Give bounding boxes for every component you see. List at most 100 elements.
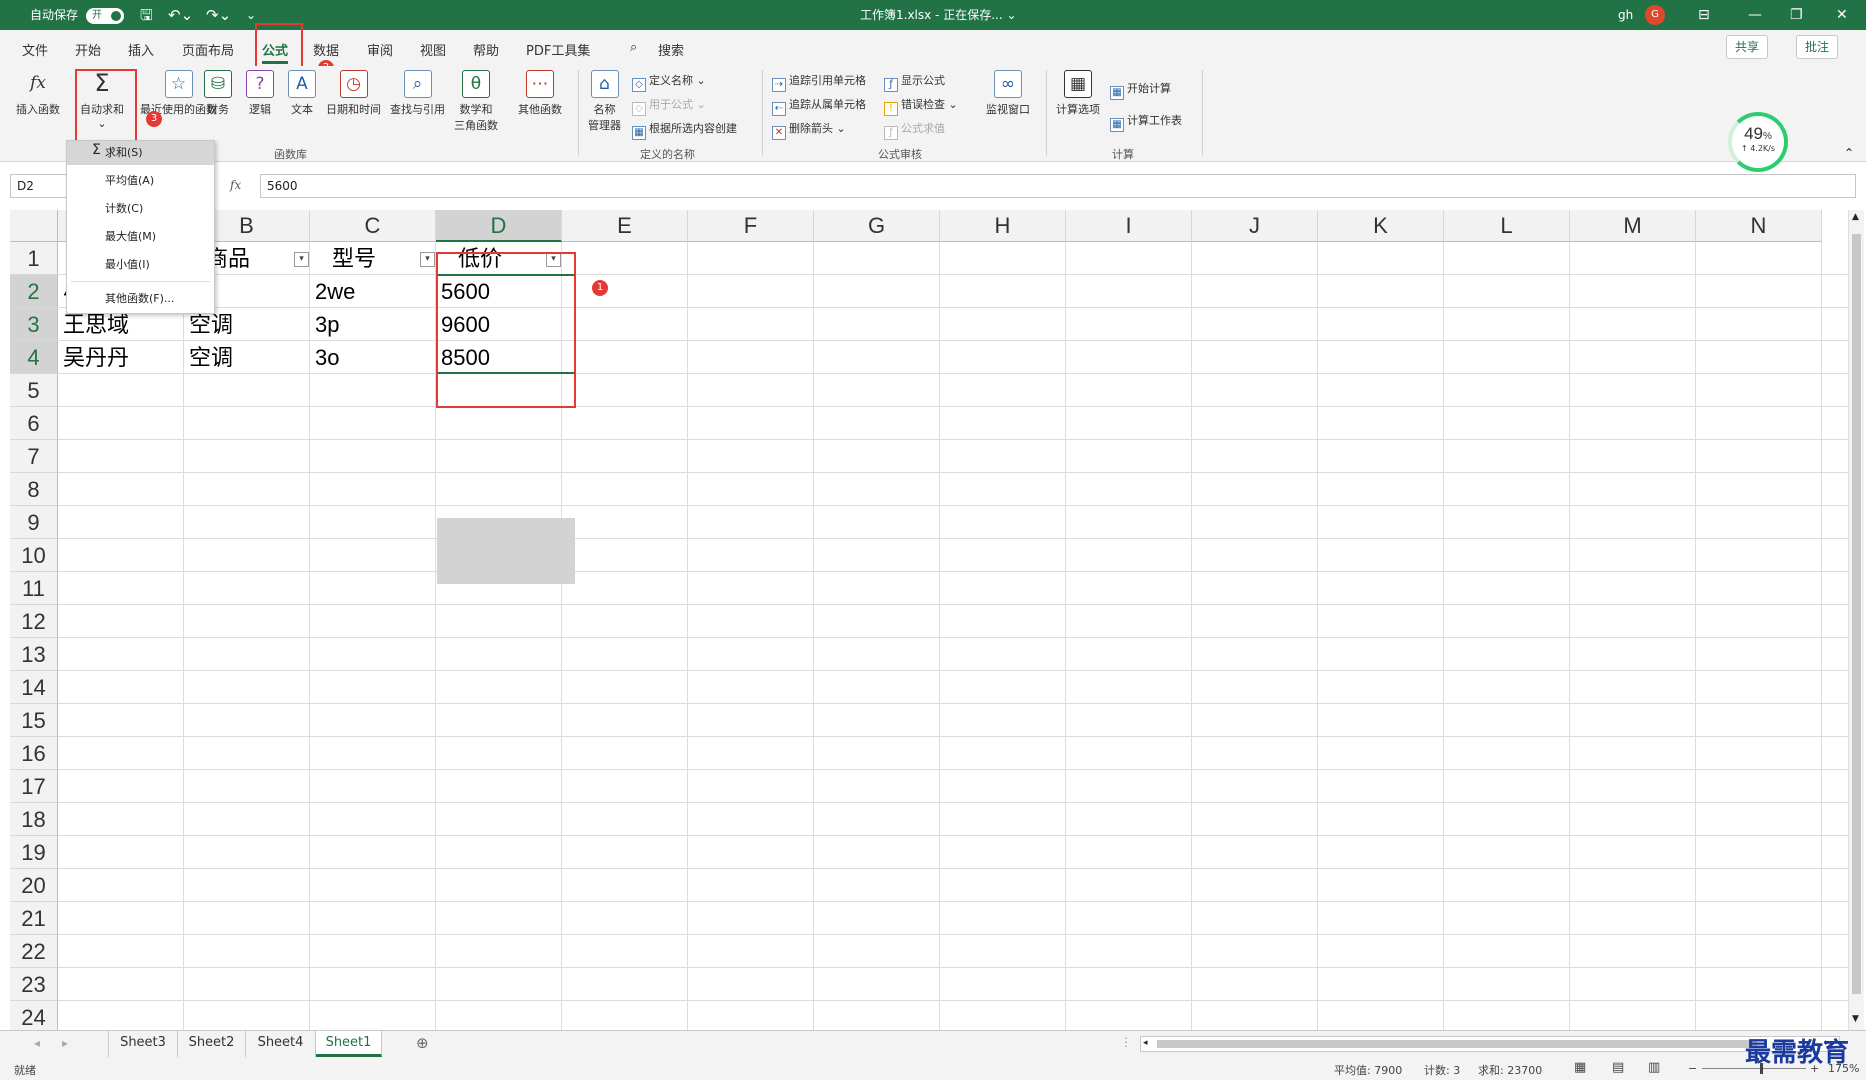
- column-header-g[interactable]: G: [814, 210, 940, 242]
- column-header-e[interactable]: E: [562, 210, 688, 242]
- text-button[interactable]: A 文本: [288, 70, 316, 117]
- menu-item-min[interactable]: 最小值(I): [67, 253, 214, 277]
- fx-icon[interactable]: fx: [230, 178, 241, 192]
- cell-b4[interactable]: 空调: [185, 341, 233, 374]
- datetime-button[interactable]: ◷ 日期和时间: [326, 70, 381, 117]
- comments-button[interactable]: 批注: [1796, 35, 1839, 59]
- scroll-thumb[interactable]: [1852, 234, 1861, 994]
- normal-view-icon[interactable]: ▦: [1574, 1060, 1586, 1075]
- autosave-toggle[interactable]: 开: [86, 8, 124, 24]
- add-sheet-icon[interactable]: ⊕: [416, 1034, 429, 1052]
- column-header-c[interactable]: C: [310, 210, 436, 242]
- row-header-22[interactable]: 22: [10, 935, 58, 968]
- menu-item-sum[interactable]: 求和(S): [67, 141, 214, 165]
- close-icon[interactable]: ✕: [1836, 0, 1848, 30]
- ribbon-display-icon[interactable]: ⊟: [1698, 0, 1710, 30]
- insert-function-button[interactable]: fx 插入函数: [16, 70, 60, 117]
- cell-c2[interactable]: 2we: [311, 275, 355, 308]
- vertical-scrollbar[interactable]: ▲ ▼: [1848, 210, 1864, 1030]
- menu-item-average[interactable]: 平均值(A): [67, 169, 214, 193]
- row-header-14[interactable]: 14: [10, 671, 58, 704]
- column-header-k[interactable]: K: [1318, 210, 1444, 242]
- splitter-icon[interactable]: ⋮: [1120, 1035, 1132, 1049]
- cell-c4[interactable]: 3o: [311, 341, 339, 374]
- redo-icon[interactable]: ↷⌄: [206, 0, 231, 30]
- save-icon[interactable]: 🖫: [140, 0, 153, 30]
- row-header-1[interactable]: 1: [10, 242, 58, 275]
- next-sheet-icon[interactable]: ▸: [62, 1036, 68, 1050]
- row-header-18[interactable]: 18: [10, 803, 58, 836]
- prev-sheet-icon[interactable]: ◂: [34, 1036, 40, 1050]
- create-from-selection-button[interactable]: ▦ 根据所选内容创建: [632, 120, 737, 140]
- maximize-icon[interactable]: ❐: [1790, 0, 1803, 30]
- tab-home[interactable]: 开始: [75, 40, 101, 59]
- tab-page-layout[interactable]: 页面布局: [182, 40, 234, 59]
- financial-button[interactable]: ⛁ 财务: [204, 70, 232, 117]
- scroll-up-icon[interactable]: ▲: [1852, 212, 1859, 222]
- column-header-f[interactable]: F: [688, 210, 814, 242]
- row-header-12[interactable]: 12: [10, 605, 58, 638]
- search-icon[interactable]: ⌕: [630, 40, 637, 55]
- cell-c3[interactable]: 3p: [311, 308, 339, 341]
- zoom-out-icon[interactable]: −: [1688, 1062, 1697, 1075]
- row-header-20[interactable]: 20: [10, 869, 58, 902]
- tab-data[interactable]: 数据: [313, 40, 339, 59]
- tab-pdf-tools[interactable]: PDF工具集: [526, 40, 590, 59]
- cell-a4[interactable]: 吴丹丹: [59, 341, 129, 374]
- row-header-16[interactable]: 16: [10, 737, 58, 770]
- row-header-6[interactable]: 6: [10, 407, 58, 440]
- worksheet-grid[interactable]: ABCDEFGHIJKLMN 1234567891011121314151617…: [10, 210, 1848, 1030]
- page-layout-view-icon[interactable]: ▤: [1612, 1060, 1624, 1075]
- row-header-4[interactable]: 4: [10, 341, 58, 374]
- row-header-2[interactable]: 2: [10, 275, 58, 308]
- column-header-l[interactable]: L: [1444, 210, 1570, 242]
- row-header-9[interactable]: 9: [10, 506, 58, 539]
- scroll-left-icon[interactable]: ◂: [1143, 1038, 1148, 1048]
- watch-window-button[interactable]: ∞ 监视窗口: [986, 70, 1030, 117]
- menu-item-count[interactable]: 计数(C): [67, 197, 214, 221]
- sheet-tab-sheet4[interactable]: Sheet4: [246, 1031, 316, 1057]
- name-manager-button[interactable]: ⌂ 名称 管理器: [588, 70, 621, 133]
- scroll-thumb-horizontal[interactable]: [1157, 1040, 1757, 1048]
- sheet-tab-sheet2[interactable]: Sheet2: [178, 1031, 246, 1057]
- avatar[interactable]: G: [1645, 5, 1665, 25]
- column-header-j[interactable]: J: [1192, 210, 1318, 242]
- row-header-15[interactable]: 15: [10, 704, 58, 737]
- row-header-19[interactable]: 19: [10, 836, 58, 869]
- row-header-3[interactable]: 3: [10, 308, 58, 341]
- menu-item-max[interactable]: 最大值(M): [67, 225, 214, 249]
- search-box[interactable]: 搜索: [658, 40, 684, 59]
- collapse-ribbon-icon[interactable]: ⌃: [1844, 146, 1854, 160]
- sheet-tab-sheet1[interactable]: Sheet1: [316, 1031, 382, 1057]
- error-checking-button[interactable]: ! 错误检查 ⌄: [884, 96, 958, 116]
- trace-precedents-button[interactable]: ⇢ 追踪引用单元格: [772, 72, 866, 92]
- calc-now-button[interactable]: ▦ 开始计算: [1110, 80, 1171, 100]
- cell-c1[interactable]: 型号: [291, 242, 417, 275]
- math-trig-button[interactable]: θ 数学和 三角函数: [454, 70, 498, 133]
- tab-insert[interactable]: 插入: [128, 40, 154, 59]
- sheet-tab-sheet3[interactable]: Sheet3: [108, 1031, 178, 1057]
- show-formulas-button[interactable]: ƒ 显示公式: [884, 72, 945, 92]
- page-break-view-icon[interactable]: ▥: [1648, 1060, 1660, 1075]
- row-header-5[interactable]: 5: [10, 374, 58, 407]
- calc-options-button[interactable]: ▦ 计算选项: [1056, 70, 1100, 117]
- scroll-down-icon[interactable]: ▼: [1852, 1014, 1859, 1024]
- tab-review[interactable]: 审阅: [367, 40, 393, 59]
- column-header-d[interactable]: D: [436, 210, 562, 242]
- row-header-11[interactable]: 11: [10, 572, 58, 605]
- user-name[interactable]: gh: [1618, 0, 1633, 30]
- row-header-21[interactable]: 21: [10, 902, 58, 935]
- tab-help[interactable]: 帮助: [473, 40, 499, 59]
- minimize-icon[interactable]: —: [1748, 0, 1762, 30]
- horizontal-scrollbar[interactable]: ◂ ▸: [1140, 1036, 1840, 1052]
- logical-button[interactable]: ? 逻辑: [246, 70, 274, 117]
- row-header-10[interactable]: 10: [10, 539, 58, 572]
- menu-item-more-functions[interactable]: 其他函数(F)...: [67, 287, 214, 311]
- more-functions-button[interactable]: ⋯ 其他函数: [518, 70, 562, 117]
- remove-arrows-button[interactable]: ✕ 删除箭头 ⌄: [772, 120, 846, 140]
- share-button[interactable]: 共享: [1726, 35, 1769, 59]
- row-header-24[interactable]: 24: [10, 1001, 58, 1030]
- tab-file[interactable]: 文件: [22, 40, 48, 59]
- define-name-button[interactable]: ◇ 定义名称 ⌄: [632, 72, 706, 92]
- trace-dependents-button[interactable]: ⇠ 追踪从属单元格: [772, 96, 866, 116]
